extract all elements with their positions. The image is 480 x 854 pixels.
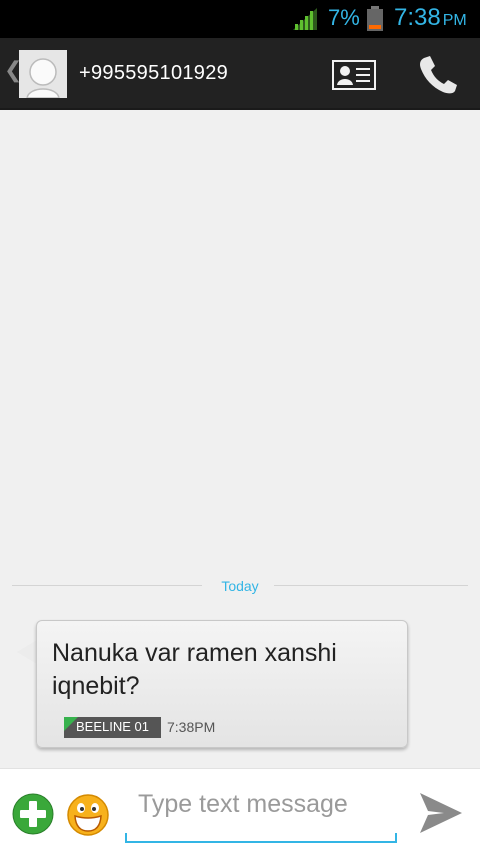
battery-percent: 7% xyxy=(328,5,360,30)
message-input[interactable] xyxy=(125,779,397,843)
status-bar: 7% 7:38 PM xyxy=(0,0,480,38)
phone-call-icon xyxy=(420,56,457,94)
message-bubble[interactable]: Nanuka var ramen xanshi iqnebit? BEELINE… xyxy=(36,620,408,748)
status-clock: 7:38 PM xyxy=(394,4,467,32)
clock-time: 7:38 xyxy=(394,4,441,31)
emoji-button[interactable] xyxy=(66,793,110,837)
battery-icon xyxy=(367,6,383,31)
action-bar: ❮ +995595101929 xyxy=(0,38,480,110)
divider-line-right xyxy=(274,585,468,586)
send-button[interactable] xyxy=(414,789,466,837)
date-label: Today xyxy=(221,578,259,594)
contact-avatar-icon xyxy=(19,50,67,98)
compose-bar xyxy=(0,768,480,854)
input-underline-tick-left xyxy=(125,833,127,843)
date-divider: Today xyxy=(12,576,468,596)
back-chevron-icon[interactable]: ❮ xyxy=(4,58,22,86)
emoji-icon xyxy=(67,794,109,836)
message-time: 7:38PM xyxy=(167,719,216,735)
send-icon xyxy=(420,793,462,833)
sim-badge: BEELINE 01 xyxy=(64,717,161,738)
conversation-thread[interactable]: Today Nanuka var ramen xanshi iqnebit? B… xyxy=(0,110,480,768)
bubble-tail xyxy=(17,640,37,664)
add-attachment-icon xyxy=(12,793,54,835)
signal-strength-icon xyxy=(293,8,317,30)
sim-label: BEELINE 01 xyxy=(76,719,149,734)
add-attachment-button[interactable] xyxy=(12,793,54,835)
clock-ampm: PM xyxy=(442,12,467,29)
contact-avatar[interactable] xyxy=(19,50,67,98)
call-button[interactable] xyxy=(410,52,466,96)
contact-number: +995595101929 xyxy=(79,62,229,84)
input-underline-tick-right xyxy=(395,833,397,843)
contact-card-icon xyxy=(332,60,376,90)
message-text: Nanuka var ramen xanshi iqnebit? xyxy=(52,639,337,700)
view-contact-button[interactable] xyxy=(326,54,382,96)
